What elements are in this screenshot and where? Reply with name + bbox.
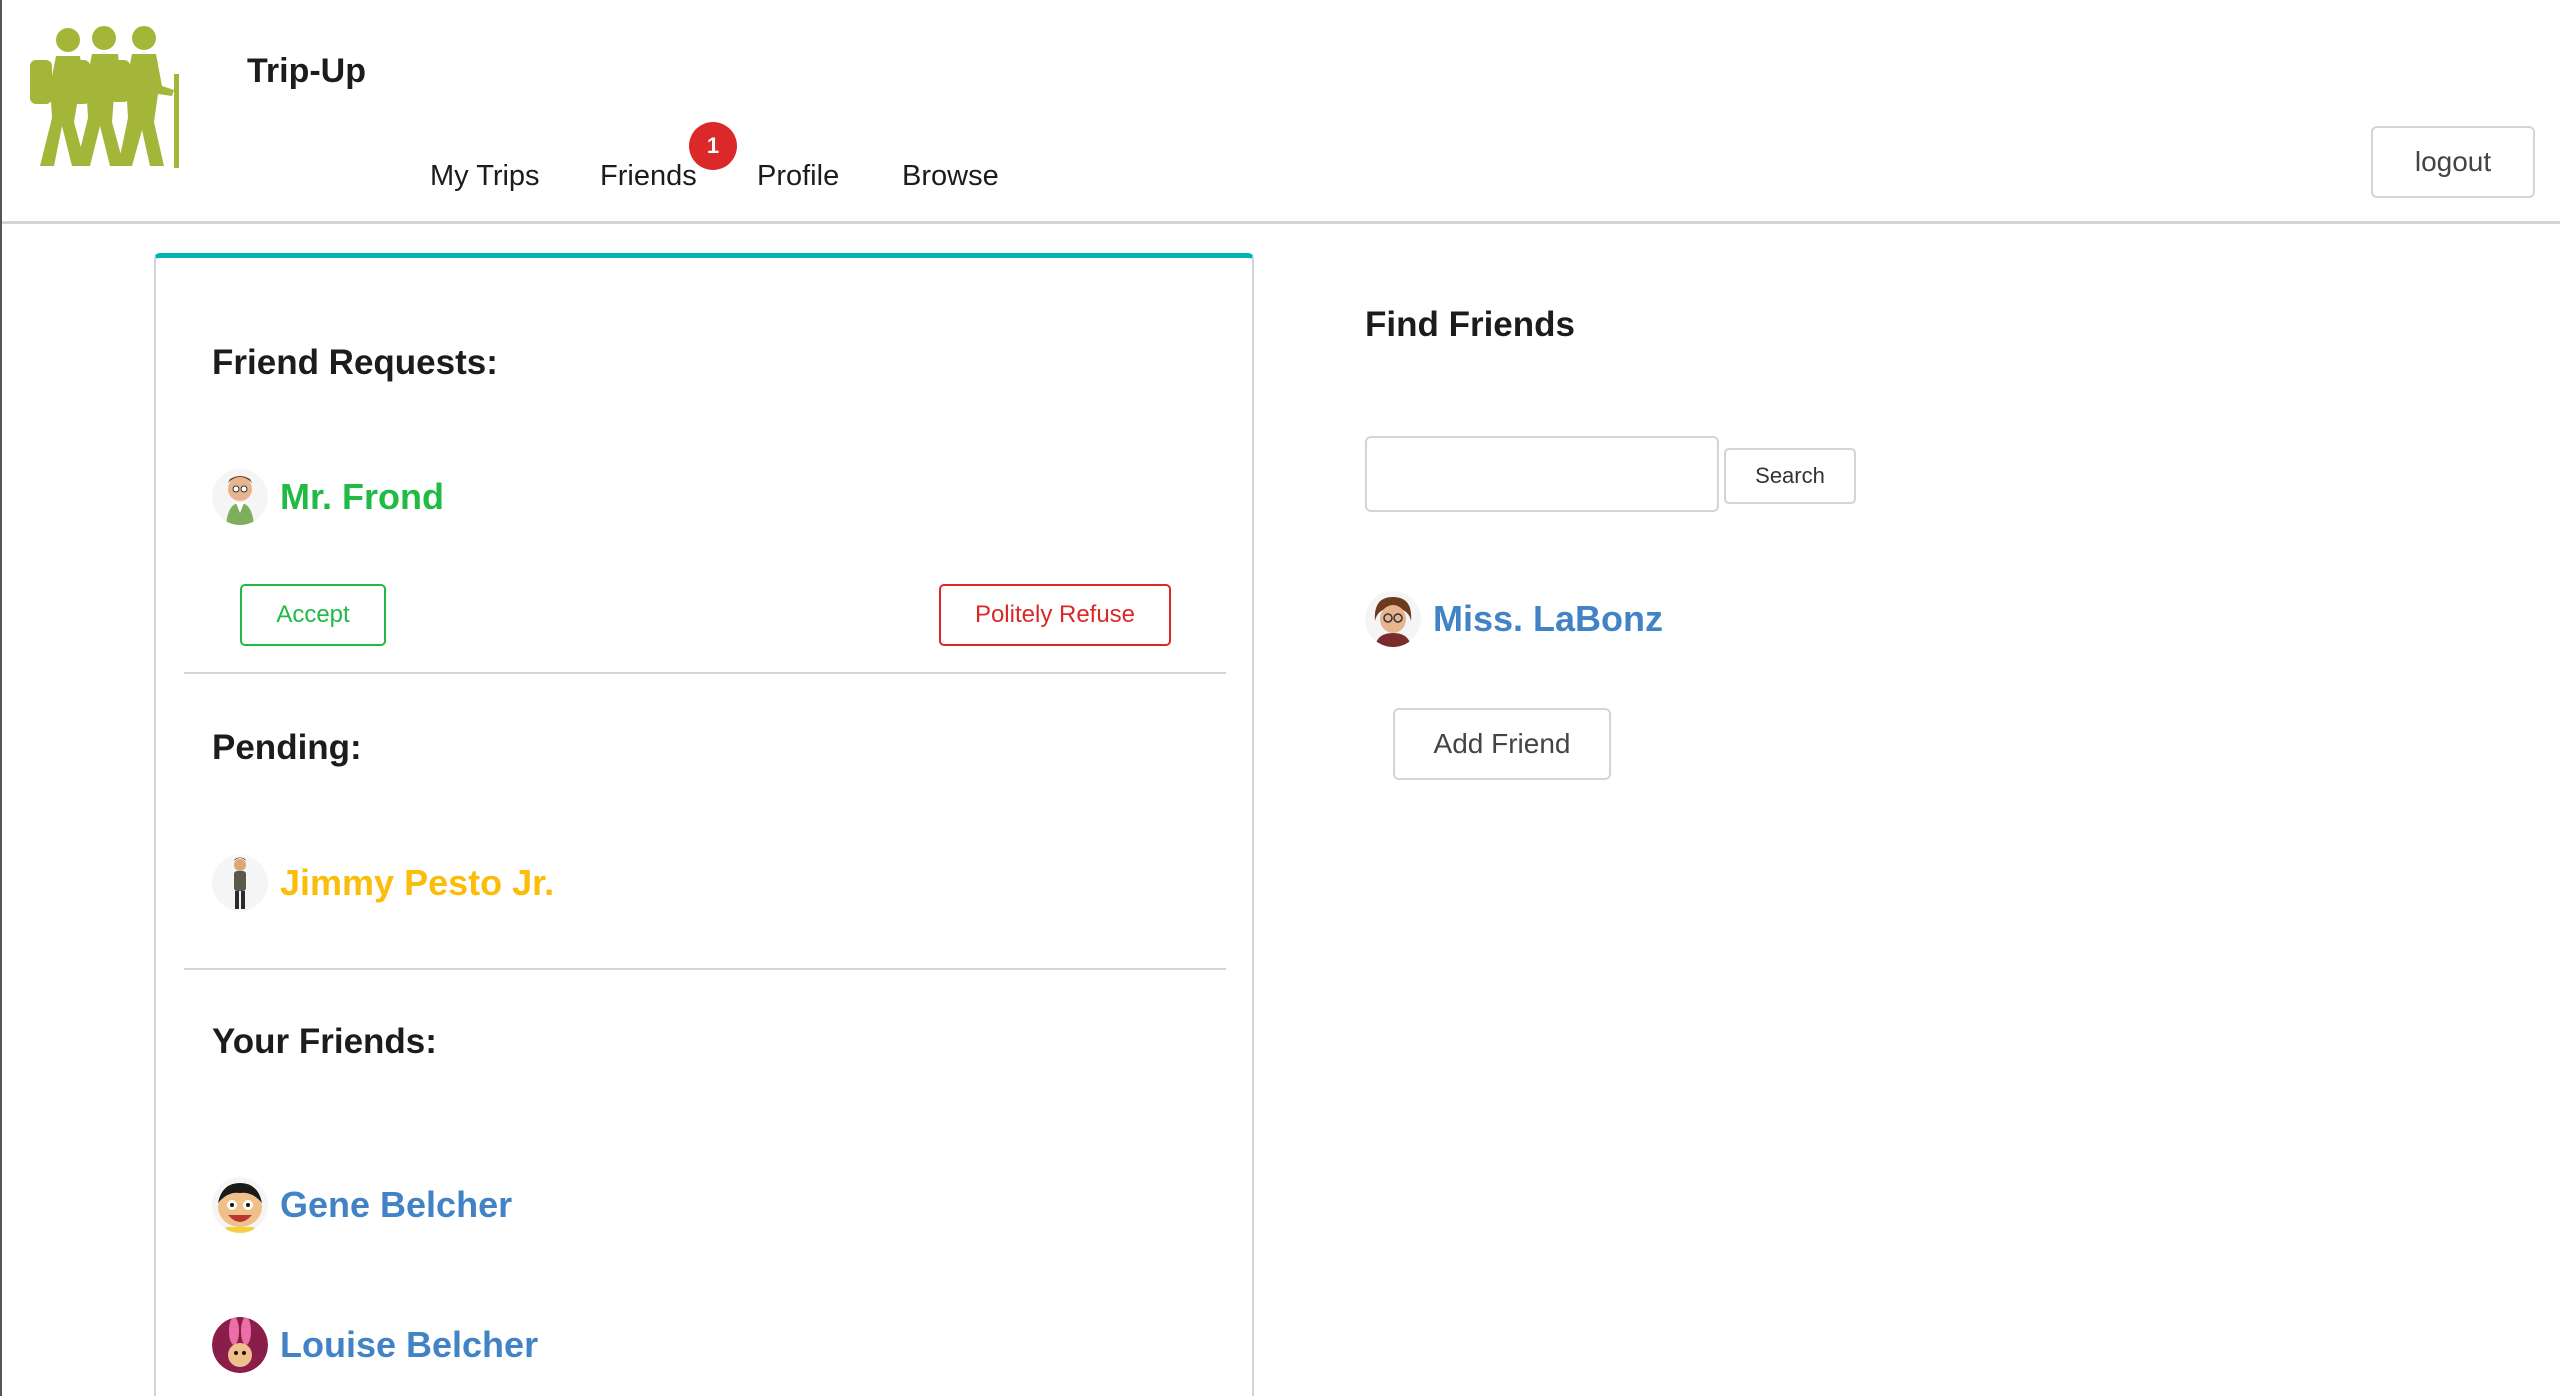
find-friends-title: Find Friends [1365, 305, 1575, 344]
pending-name[interactable]: Jimmy Pesto Jr. [280, 862, 554, 904]
mr-frond-avatar [212, 469, 268, 525]
nav-friends[interactable]: Friends [600, 160, 697, 193]
logout-button[interactable]: logout [2371, 126, 2535, 198]
accept-button[interactable]: Accept [240, 584, 386, 646]
pending-item: Jimmy Pesto Jr. [212, 855, 554, 911]
friends-notification-badge: 1 [689, 122, 737, 170]
jimmy-pesto-jr-avatar-icon [212, 855, 268, 911]
friend-requests-title: Friend Requests: [212, 343, 498, 382]
nav-browse[interactable]: Browse [902, 160, 999, 193]
hikers-logo-icon[interactable] [28, 26, 194, 168]
your-friends-title: Your Friends: [212, 1022, 437, 1061]
friend-name[interactable]: Gene Belcher [280, 1184, 512, 1226]
friend-request-item: Mr. Frond [212, 469, 444, 525]
jimmy-pesto-jr-avatar [212, 855, 268, 911]
friend-request-name[interactable]: Mr. Frond [280, 476, 444, 518]
miss-labonz-avatar [1365, 591, 1421, 647]
gene-belcher-avatar [212, 1177, 268, 1233]
search-result-item: Miss. LaBonz [1365, 591, 1663, 647]
search-input[interactable] [1365, 436, 1719, 512]
louise-belcher-avatar [212, 1317, 268, 1373]
politely-refuse-button[interactable]: Politely Refuse [939, 584, 1171, 646]
nav-profile[interactable]: Profile [757, 160, 839, 193]
miss-labonz-avatar-icon [1365, 591, 1421, 647]
friend-name[interactable]: Louise Belcher [280, 1324, 538, 1366]
friend-item: Louise Belcher [212, 1317, 538, 1373]
pending-title: Pending: [212, 728, 362, 767]
friends-card: Friend Requests: Mr. Frond Accept Polite… [154, 253, 1254, 1396]
gene-belcher-avatar-icon [212, 1177, 268, 1233]
search-button[interactable]: Search [1724, 448, 1856, 504]
section-divider [184, 968, 1226, 970]
search-result-name[interactable]: Miss. LaBonz [1433, 598, 1663, 640]
friend-item: Gene Belcher [212, 1177, 512, 1233]
add-friend-button[interactable]: Add Friend [1393, 708, 1611, 780]
section-divider [184, 672, 1226, 674]
nav-my-trips[interactable]: My Trips [430, 160, 540, 193]
mr-frond-avatar-icon [212, 469, 268, 525]
louise-belcher-avatar-icon [212, 1317, 268, 1373]
top-header: Trip-Up My Trips Friends 1 Profile Brows… [2, 0, 2560, 224]
app-title[interactable]: Trip-Up [247, 52, 366, 91]
